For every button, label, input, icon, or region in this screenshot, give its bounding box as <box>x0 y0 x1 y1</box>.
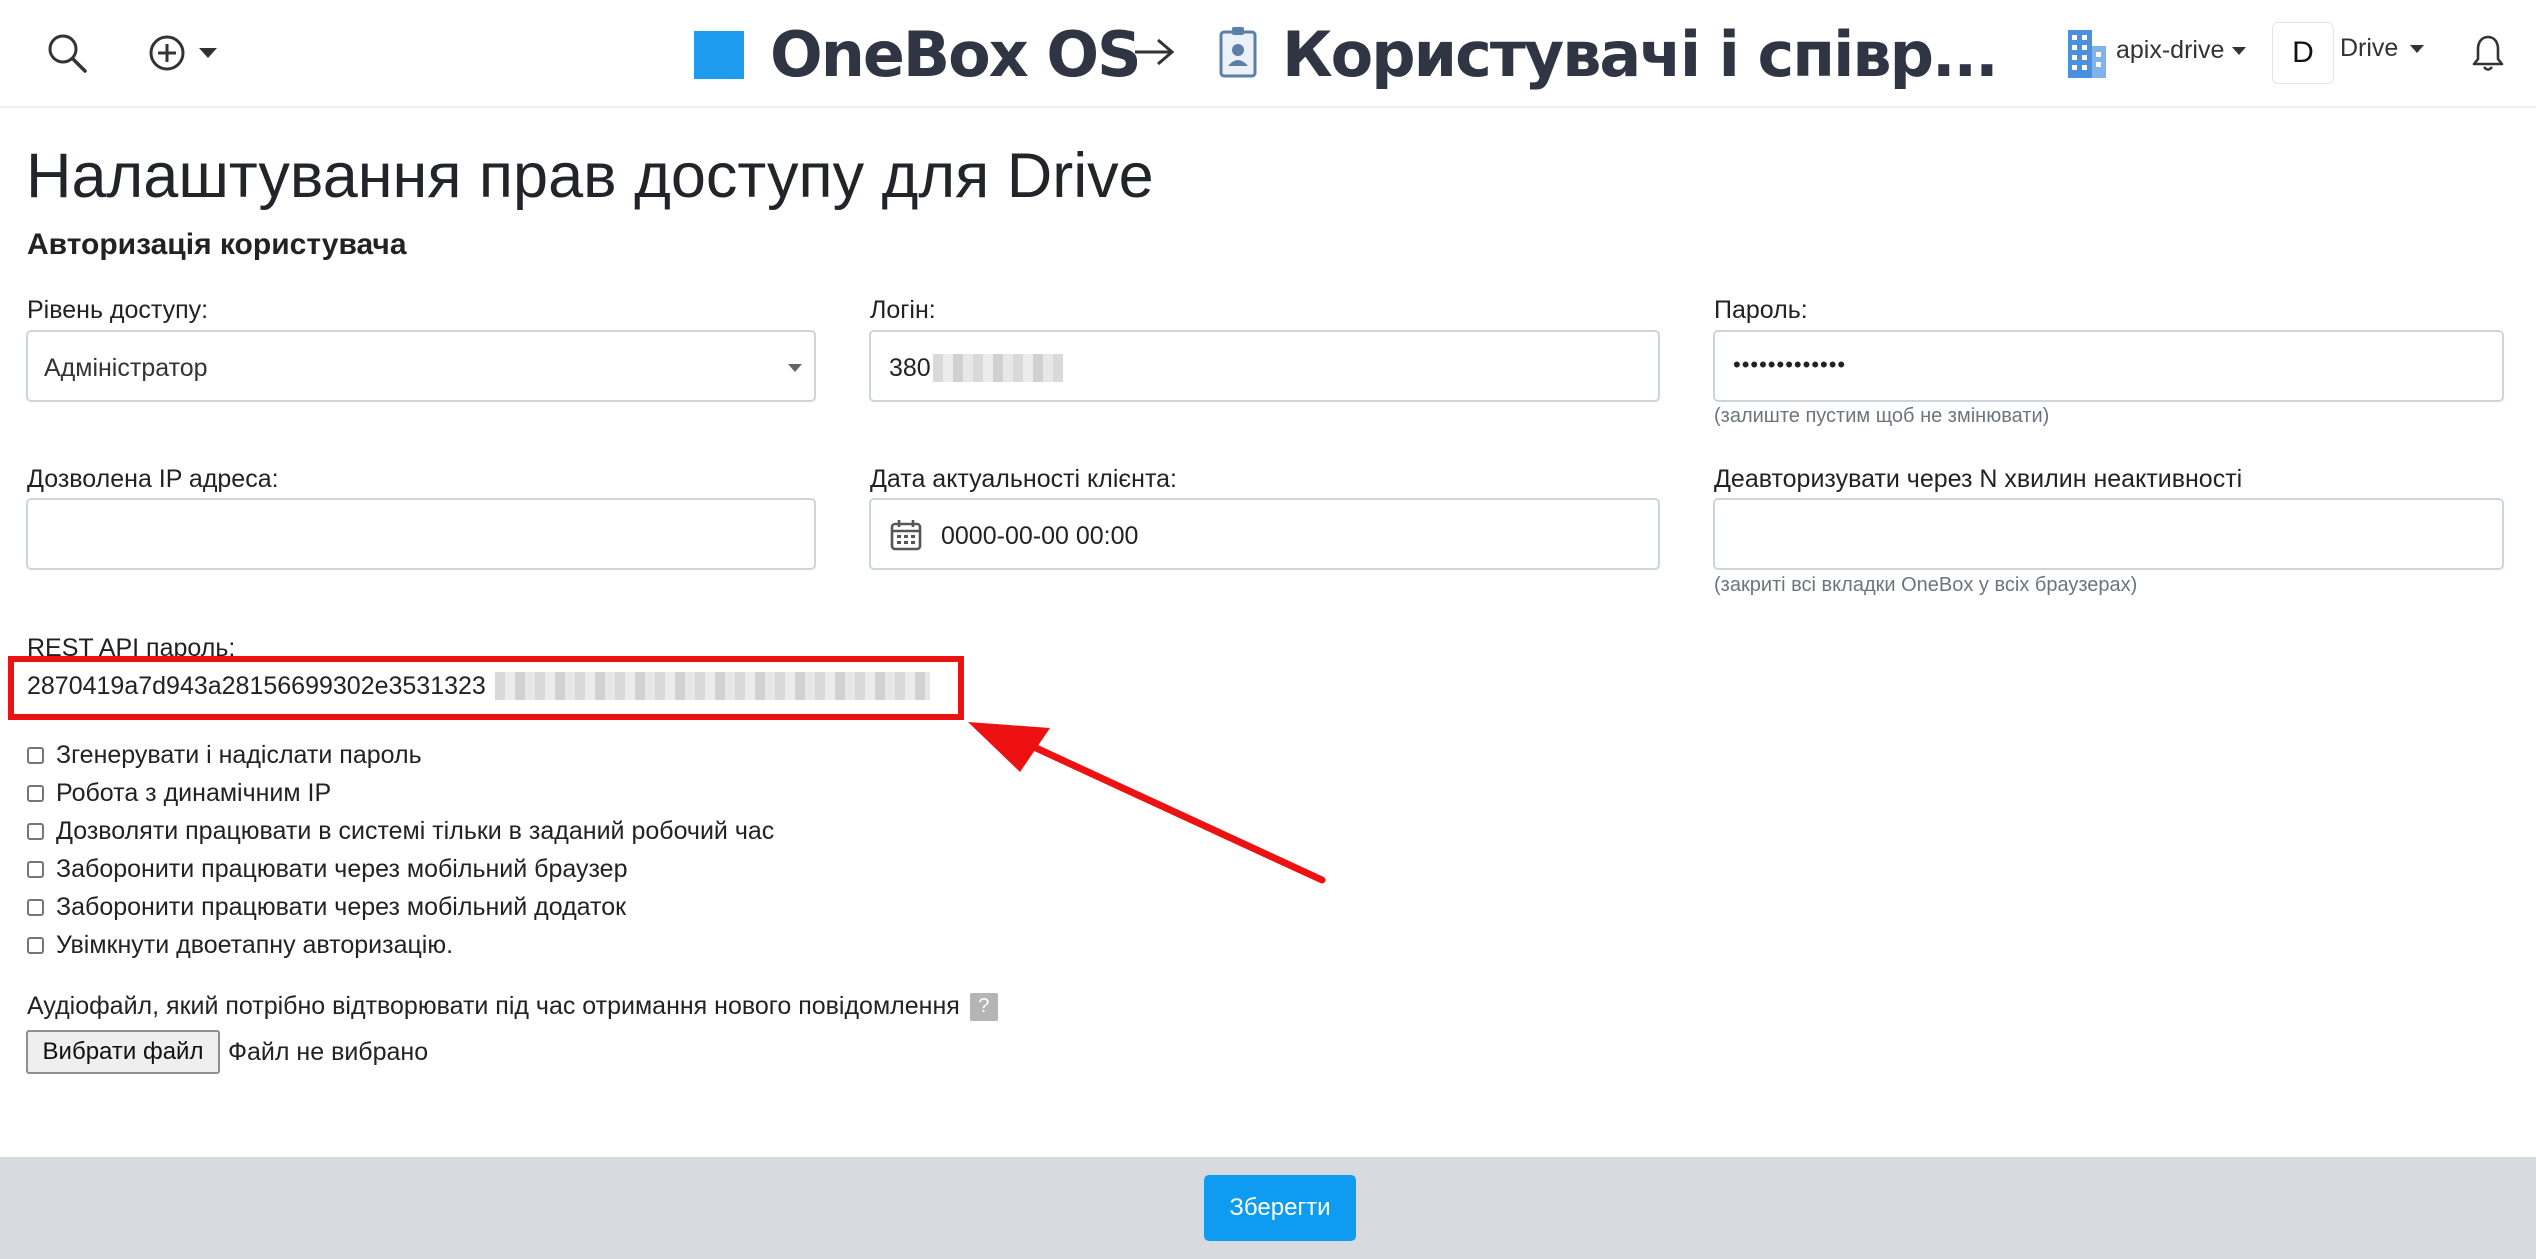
password-input[interactable]: ••••••••••••• <box>1713 330 2504 402</box>
chevron-down-icon <box>2410 44 2425 53</box>
app-logo-square <box>694 31 744 79</box>
help-icon[interactable]: ? <box>969 992 998 1021</box>
section-title: Авторизація користувача <box>27 228 407 261</box>
highlight-box <box>8 656 964 720</box>
checkbox[interactable] <box>27 784 44 802</box>
login-label: Логін: <box>870 296 936 324</box>
page-name-link[interactable]: Користувачі і співр... <box>1282 24 1999 86</box>
client-date-label: Дата актуальності клієнта: <box>870 465 1177 493</box>
building-icon <box>2060 24 2112 80</box>
audio-label: Аудіофайл, який потрібно відтворювати пі… <box>27 992 960 1020</box>
checkbox-label: Заборонити працювати через мобільний бра… <box>56 854 628 883</box>
search-icon[interactable] <box>44 30 90 76</box>
checkbox-dynamic-ip[interactable]: Робота з динамічним IP <box>27 774 927 812</box>
audio-row: Аудіофайл, який потрібно відтворювати пі… <box>27 992 998 1021</box>
checkbox-list: Згенерувати і надіслати пароль Робота з … <box>27 736 927 964</box>
arrow-right-icon <box>1132 34 1176 75</box>
footer-bar: Зберегти <box>0 1157 2536 1259</box>
user-menu[interactable]: Drive <box>2340 34 2425 63</box>
login-value: 380 <box>889 354 931 382</box>
user-name: Drive <box>2340 34 2399 62</box>
checkbox[interactable] <box>27 898 44 916</box>
checkbox-label: Робота з динамічним IP <box>56 778 332 807</box>
checkbox[interactable] <box>27 746 44 764</box>
checkbox-label: Згенерувати і надіслати пароль <box>56 740 422 769</box>
choose-file-button[interactable]: Вибрати файл <box>26 1030 220 1074</box>
login-input[interactable]: 380 <box>869 330 1660 402</box>
client-date-input[interactable]: 0000-00-00 00:00 <box>869 498 1660 570</box>
checkbox-label: Дозволяти працювати в системі тільки в з… <box>56 816 775 845</box>
password-label: Пароль: <box>1714 296 1808 324</box>
password-hint: (залиште пустим щоб не змінювати) <box>1714 405 2050 427</box>
access-level-label: Рівень доступу: <box>27 296 209 324</box>
checkbox[interactable] <box>27 822 44 840</box>
deauth-label: Деавторизувати через N хвилин неактивнос… <box>1714 465 2243 493</box>
checkbox-block-mobile-app[interactable]: Заборонити працювати через мобільний дод… <box>27 888 927 926</box>
no-file-text: Файл не вибрано <box>228 1038 429 1066</box>
deauth-input[interactable] <box>1713 498 2504 570</box>
login-redacted <box>933 354 1063 382</box>
id-badge-icon <box>1218 26 1258 83</box>
checkbox[interactable] <box>27 936 44 954</box>
account-switcher[interactable]: apix-drive <box>2116 36 2247 65</box>
checkbox[interactable] <box>27 860 44 878</box>
allowed-ip-label: Дозволена IP адреса: <box>27 465 279 493</box>
calendar-icon[interactable] <box>889 518 923 557</box>
save-button[interactable]: Зберегти <box>1204 1175 1356 1241</box>
checkbox-block-mobile-browser[interactable]: Заборонити працювати через мобільний бра… <box>27 850 927 888</box>
top-bar: OneBox OS Користувачі і співр... apix-dr… <box>0 0 2536 108</box>
checkbox-label: Увімкнути двоетапну авторизацію. <box>56 930 454 959</box>
annotation-arrow-icon <box>968 722 1326 884</box>
checkbox-two-factor[interactable]: Увімкнути двоетапну авторизацію. <box>27 926 927 964</box>
checkbox-generate-password[interactable]: Згенерувати і надіслати пароль <box>27 736 927 774</box>
deauth-hint: (закриті всі вкладки OneBox у всіх брауз… <box>1714 574 2138 596</box>
avatar[interactable]: D <box>2272 22 2334 84</box>
account-name: apix-drive <box>2116 36 2225 64</box>
allowed-ip-input[interactable] <box>26 498 816 570</box>
page-title: Налаштування прав доступу для Drive <box>26 141 1154 211</box>
bell-icon[interactable] <box>2468 30 2508 76</box>
chevron-down-icon <box>788 364 802 372</box>
chevron-down-icon <box>2232 46 2247 55</box>
plus-circle-icon <box>149 35 185 71</box>
add-menu-button[interactable] <box>142 30 222 76</box>
checkbox-label: Заборонити працювати через мобільний дод… <box>56 892 627 921</box>
password-value: ••••••••••••• <box>1733 352 1847 377</box>
access-level-select[interactable]: Адміністратор <box>26 330 816 402</box>
chevron-down-icon <box>199 48 217 58</box>
app-name-link[interactable]: OneBox OS <box>770 24 1142 86</box>
checkbox-work-hours-only[interactable]: Дозволяти працювати в системі тільки в з… <box>27 812 927 850</box>
access-level-value: Адміністратор <box>44 354 208 382</box>
client-date-value: 0000-00-00 00:00 <box>941 522 1139 550</box>
